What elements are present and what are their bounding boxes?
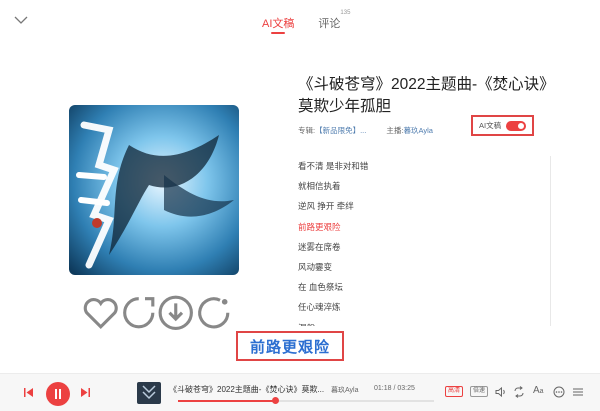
lyrics-panel: 看不清 是非对和错 就相信执着 逆风 挣开 牵绊 前路更艰险 迷雾在席卷 风动霎… (298, 156, 528, 326)
tab-comments[interactable]: 评论 135 (318, 10, 350, 31)
share-icon[interactable] (120, 294, 158, 332)
song-title: 《斗破苍穹》2022主题曲-《焚心诀》莫欺少年孤胆 (298, 76, 555, 115)
lyric-line[interactable]: 迷雾在席卷 (298, 237, 528, 257)
singer-link[interactable]: 暮玖Ayla (403, 126, 432, 135)
cover-actions (82, 294, 232, 332)
lyric-line[interactable]: 在 血色祭坛 (298, 277, 528, 297)
lyric-line[interactable]: 风动霎变 (298, 257, 528, 277)
download-icon[interactable] (157, 294, 195, 332)
album-label: 专辑: (298, 126, 316, 135)
album-cover (69, 105, 239, 275)
lyric-line[interactable]: 看不清 是非对和错 (298, 156, 528, 176)
now-playing-thumbnail[interactable] (137, 382, 161, 404)
lyrics-scrollbar[interactable] (550, 156, 551, 326)
playback-time: 01:18 / 03:25 (374, 385, 415, 392)
prev-icon[interactable] (23, 387, 34, 398)
loop-icon[interactable] (513, 386, 525, 398)
now-playing-artist[interactable]: 暮玖Ayla (331, 385, 359, 395)
current-lyric-display: 前路更艰险 (236, 331, 344, 361)
progress-fill (178, 400, 276, 402)
progress-bar[interactable] (178, 397, 434, 404)
lyric-line[interactable]: 任心魂淬炼 (298, 297, 528, 317)
playlist-icon[interactable] (572, 386, 584, 398)
comment-icon[interactable] (195, 294, 233, 332)
more-icon[interactable] (553, 386, 565, 398)
quality-badge[interactable]: 高清 (445, 386, 464, 397)
tab-bar: AI文稿 评论 135 (262, 10, 350, 34)
now-playing-title[interactable]: 《斗破苍穹》2022主题曲-《焚心诀》莫欺... (169, 384, 324, 395)
song-meta: 专辑:【新品限免】... 主播:暮玖Ayla (298, 125, 433, 136)
top-bar: AI文稿 评论 135 (0, 0, 600, 44)
lyric-line-current[interactable]: 前路更艰险 (298, 217, 528, 237)
singer-label: 主播: (386, 126, 404, 135)
pause-button[interactable] (46, 382, 70, 406)
ai-toggle-switch[interactable] (506, 121, 526, 131)
lyric-line[interactable]: 涅槃 (298, 318, 528, 327)
lyric-line[interactable]: 就相信执着 (298, 176, 528, 196)
next-icon[interactable] (80, 387, 91, 398)
text-size-button[interactable]: Aa (533, 385, 544, 396)
tab-ai-transcript[interactable]: AI文稿 (262, 15, 294, 34)
heart-icon[interactable] (82, 294, 120, 332)
comment-count: 135 (340, 10, 351, 16)
ai-toggle-label: AI文稿 (479, 121, 502, 130)
collapse-chevron-icon[interactable] (14, 15, 28, 25)
album-link[interactable]: 【新品限免】... (315, 126, 366, 135)
pause-icon (55, 389, 57, 399)
lyric-line[interactable]: 逆风 挣开 牵绊 (298, 196, 528, 216)
speed-badge[interactable]: 倍速 (470, 386, 489, 397)
ai-transcript-toggle[interactable]: AI文稿 (471, 115, 534, 136)
volume-icon[interactable] (495, 386, 507, 398)
